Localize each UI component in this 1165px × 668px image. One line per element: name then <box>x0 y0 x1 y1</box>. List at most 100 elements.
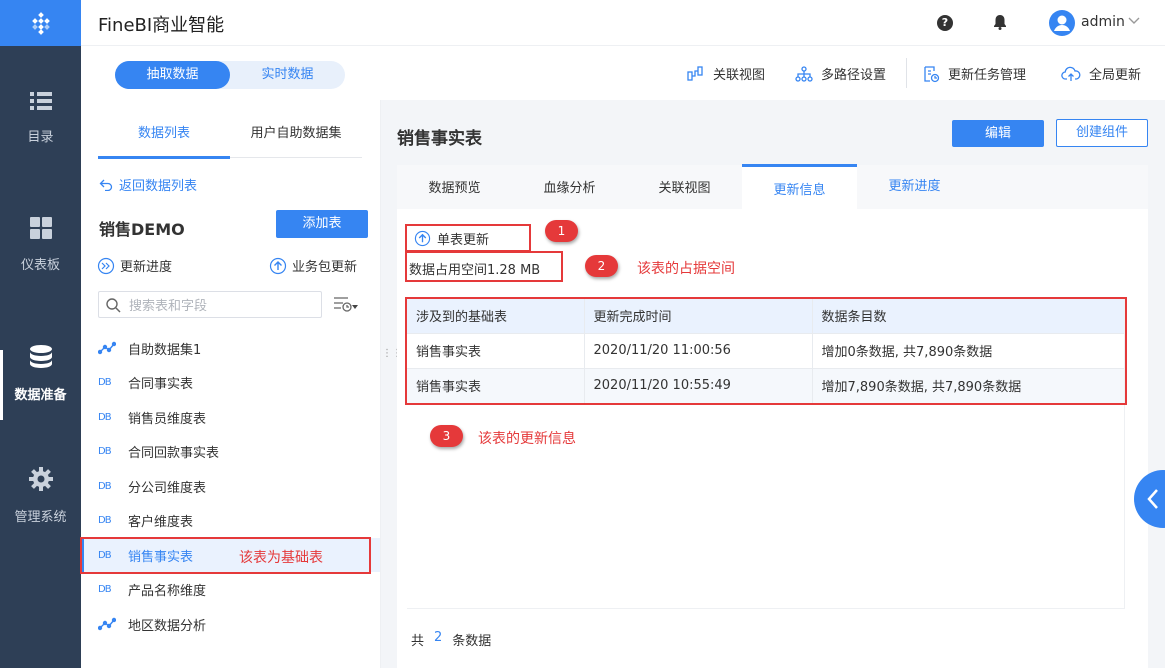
db-table-icon: DB <box>98 480 112 492</box>
top-header: FineBI商业智能 ? admin <box>81 0 1165 46</box>
logo[interactable] <box>0 0 81 46</box>
hierarchy-icon <box>795 65 813 82</box>
package-name: 销售DEMO <box>99 220 185 239</box>
update-task-label: 更新任务管理 <box>948 68 1027 83</box>
update-task-button[interactable]: 更新任务管理 <box>922 64 1026 83</box>
database-icon <box>29 345 52 368</box>
back-to-list-link[interactable]: 返回数据列表 <box>99 175 197 194</box>
annotation-box-table <box>405 297 1127 405</box>
db-table-icon: DB <box>98 514 112 526</box>
list-item[interactable]: DB 分公司维度表 <box>98 469 206 503</box>
list-item[interactable]: DB 客户维度表 <box>98 503 193 537</box>
list-item-label: 自助数据集1 <box>128 342 202 358</box>
upload-icon <box>269 257 287 274</box>
multipath-label: 多路径设置 <box>821 68 887 83</box>
create-component-button[interactable]: 创建组件 <box>1056 119 1148 147</box>
annotation-box-space <box>405 251 563 282</box>
nav-item-data-prep[interactable]: 数据准备 <box>0 344 81 414</box>
db-table-icon: DB <box>98 411 112 423</box>
list-item[interactable]: 地区数据分析 <box>98 607 206 641</box>
cloud-upload-icon <box>1061 66 1081 81</box>
nav-label: 仪表板 <box>20 258 60 273</box>
tab-relation-view[interactable]: 关联视图 <box>627 165 742 209</box>
record-count: 共 2 条数据 <box>411 630 491 649</box>
chevron-left-icon <box>1147 489 1158 509</box>
list-item-label: 分公司维度表 <box>128 480 207 496</box>
annotation-note: 该表的占据空间 <box>637 261 735 277</box>
annotation-badge: 3 <box>430 425 463 447</box>
search-placeholder: 搜索表和字段 <box>129 299 208 314</box>
tab-self-dataset[interactable]: 用户自助数据集 <box>230 122 362 141</box>
list-item-label: 销售员维度表 <box>128 411 207 427</box>
add-table-button[interactable]: 添加表 <box>276 210 368 238</box>
list-item[interactable]: DB 合同事实表 <box>98 365 193 399</box>
annotation-note: 该表为基础表 <box>239 550 323 566</box>
edit-button[interactable]: 编辑 <box>952 120 1044 147</box>
annotation-badge: 1 <box>545 220 578 242</box>
nav-label: 管理系统 <box>14 510 67 525</box>
table-footer-line <box>407 608 1125 609</box>
self-dataset-icon <box>98 617 116 631</box>
annotation-note: 该表的更新信息 <box>478 431 576 447</box>
annotation-box-single-update <box>405 224 531 252</box>
list-item-label: 客户维度表 <box>128 514 194 530</box>
list-icon <box>29 92 52 110</box>
back-label: 返回数据列表 <box>119 179 198 194</box>
tab-update-progress[interactable]: 更新进度 <box>857 165 972 209</box>
global-update-button[interactable]: 全局更新 <box>1061 64 1141 83</box>
progress-icon <box>97 257 115 274</box>
multipath-button[interactable]: 多路径设置 <box>795 64 886 83</box>
tab-active-underline <box>98 156 230 159</box>
global-update-label: 全局更新 <box>1089 68 1142 83</box>
db-table-icon: DB <box>98 583 112 595</box>
gear-icon <box>28 467 53 491</box>
tab-update-info[interactable]: 更新信息 <box>742 164 857 209</box>
count-prefix: 共 <box>411 634 425 649</box>
count-suffix: 条数据 <box>452 634 492 649</box>
update-progress-link[interactable]: 更新进度 <box>97 256 172 275</box>
package-update-label: 业务包更新 <box>292 260 358 275</box>
tab-data-preview[interactable]: 数据预览 <box>397 165 512 209</box>
task-refresh-icon <box>924 65 940 82</box>
annotation-badge: 2 <box>585 255 618 277</box>
nav-item-dashboard[interactable]: 仪表板 <box>0 216 81 286</box>
filter-sort-icon[interactable] <box>333 295 359 315</box>
return-icon <box>99 179 113 191</box>
count-value: 2 <box>434 630 443 645</box>
list-item[interactable]: DB 合同回款事实表 <box>98 434 219 468</box>
seg-extract-button[interactable]: 抽取数据 <box>115 61 230 89</box>
relation-view-label: 关联视图 <box>713 68 766 83</box>
search-input[interactable]: 搜索表和字段 <box>98 291 322 318</box>
seg-realtime-button[interactable]: 实时数据 <box>230 61 345 89</box>
user-icon <box>1054 15 1070 31</box>
tab-lineage[interactable]: 血缘分析 <box>512 165 627 209</box>
bell-icon[interactable] <box>993 14 1007 30</box>
nav-item-catalog[interactable]: 目录 <box>0 90 81 160</box>
progress-label: 更新进度 <box>120 260 173 275</box>
tab-data-list[interactable]: 数据列表 <box>98 122 230 141</box>
chevron-down-icon[interactable] <box>1127 16 1141 26</box>
nav-item-admin[interactable]: 管理系统 <box>0 466 81 536</box>
logo-icon <box>31 12 50 35</box>
package-update-link[interactable]: 业务包更新 <box>269 256 357 275</box>
username[interactable]: admin <box>1081 14 1125 30</box>
list-item[interactable]: DB 销售员维度表 <box>98 400 206 434</box>
search-icon <box>106 297 121 313</box>
relation-icon <box>687 65 703 81</box>
list-item-label: 合同事实表 <box>128 376 194 392</box>
nav-label: 数据准备 <box>14 388 67 403</box>
list-item[interactable]: DB 产品名称维度 <box>98 572 206 606</box>
db-table-icon: DB <box>98 445 112 457</box>
list-item-label: 产品名称维度 <box>128 583 207 599</box>
list-item-label: 地区数据分析 <box>128 618 207 634</box>
nav-label: 目录 <box>27 130 54 145</box>
avatar[interactable] <box>1049 10 1075 36</box>
db-table-icon: DB <box>98 376 112 388</box>
list-item-label: 合同回款事实表 <box>128 445 220 461</box>
app-title: FineBI商业智能 <box>98 15 225 36</box>
dashboard-icon <box>29 217 52 239</box>
list-item[interactable]: 自助数据集1 <box>98 331 201 365</box>
relation-view-button[interactable]: 关联视图 <box>687 64 765 83</box>
self-dataset-icon <box>98 341 116 355</box>
help-icon[interactable]: ? <box>937 15 953 31</box>
